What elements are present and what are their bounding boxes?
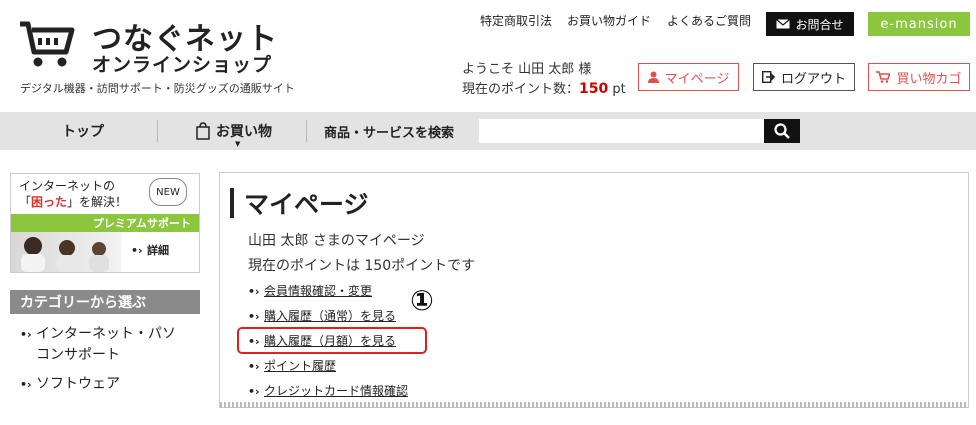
highlight-box: [237, 327, 427, 354]
user-mypage-text: 山田 太郎 さまのマイページ: [248, 233, 425, 249]
contact-button[interactable]: お問合せ: [766, 12, 854, 36]
points-summary: 現在のポイント数：150 pt: [462, 78, 626, 97]
logo-cart-icon: [20, 21, 75, 67]
search-input[interactable]: [479, 119, 764, 143]
arrow-bullet-icon: •›: [131, 244, 143, 257]
nav-shopping-label: お買い物: [216, 124, 272, 140]
points-value: 150: [579, 81, 609, 97]
logo-subtitle[interactable]: オンラインショップ: [92, 50, 272, 77]
mail-icon: [776, 19, 791, 29]
emansion-button[interactable]: e-mansion: [868, 12, 970, 36]
search-icon: [774, 123, 790, 139]
nav-divider: [306, 120, 307, 142]
page-title: マイページ: [244, 190, 369, 219]
arrow-bullet-icon: •›: [20, 378, 32, 391]
banner-line2: 「困った」を解決！: [19, 195, 128, 209]
logout-label: ログアウト: [780, 71, 846, 87]
cart-icon: [876, 71, 891, 83]
new-badge: NEW: [149, 178, 187, 206]
search-button[interactable]: [764, 119, 800, 143]
premium-support-banner[interactable]: インターネットの 「困った」を解決！ NEW プレミアムサポート •› 詳細: [10, 173, 200, 273]
step-number-annotation: ①: [410, 283, 434, 317]
link-faq[interactable]: よくあるご質問: [667, 12, 751, 29]
title-accent-bar: [230, 188, 234, 218]
cart-label: 買い物カゴ: [896, 71, 962, 87]
link-member-info[interactable]: •› 会員情報確認・変更: [248, 282, 372, 299]
nav-top[interactable]: トップ: [62, 112, 104, 150]
link-tokutei[interactable]: 特定商取引法: [480, 12, 552, 29]
nav-divider: [157, 120, 158, 142]
arrow-bullet-icon: •›: [248, 285, 260, 298]
link-purchase-history-normal[interactable]: •› 購入履歴（通常）を見る: [248, 307, 396, 324]
points-label: 現在のポイント数：: [462, 82, 580, 97]
premium-support-label: プレミアムサポート: [11, 214, 199, 232]
category-item-software[interactable]: •› ソフトウェア: [20, 374, 120, 395]
site-tagline: デジタル機器・訪問サポート・防災グッズの通販サイト: [20, 82, 295, 95]
arrow-bullet-icon: •›: [248, 310, 260, 323]
points-unit: pt: [612, 82, 626, 97]
arrow-bullet-icon: •›: [248, 385, 260, 398]
banner-detail-link[interactable]: •› 詳細: [131, 242, 169, 258]
nav-shopping[interactable]: お買い物: [196, 112, 272, 150]
welcome-text: ようこそ 山田 太郎 様: [462, 62, 592, 77]
banner-text: インターネットの 「困った」を解決！: [19, 178, 127, 210]
arrow-bullet-icon: •›: [20, 328, 32, 341]
arrow-bullet-icon: •›: [248, 360, 260, 373]
current-points-text: 現在のポイントは 150ポイントです: [248, 258, 476, 274]
category-item-internet-pc[interactable]: •› インターネット・パソ コンサポート: [20, 324, 176, 365]
panel-bottom-border: [220, 402, 968, 408]
user-icon: [647, 71, 659, 83]
link-credit-card-info[interactable]: •› クレジットカード情報確認: [248, 382, 408, 399]
mypage-label: マイページ: [664, 71, 730, 87]
chevron-down-icon: ▼: [235, 140, 241, 148]
support-staff-image: [11, 232, 121, 272]
category-header: カテゴリーから選ぶ: [10, 290, 200, 314]
logout-button[interactable]: ログアウト: [753, 63, 855, 91]
contact-label: お問合せ: [795, 17, 844, 32]
banner-line1: インターネットの: [19, 179, 116, 193]
link-shopping-guide[interactable]: お買い物ガイド: [567, 12, 651, 29]
search-label: 商品・サービスを検索: [324, 125, 455, 141]
mypage-button[interactable]: マイページ: [638, 63, 739, 91]
shopping-bag-icon: [196, 122, 210, 140]
link-point-history[interactable]: •› ポイント履歴: [248, 357, 336, 374]
cart-button[interactable]: 買い物カゴ: [868, 63, 970, 91]
logout-icon: [761, 71, 775, 83]
